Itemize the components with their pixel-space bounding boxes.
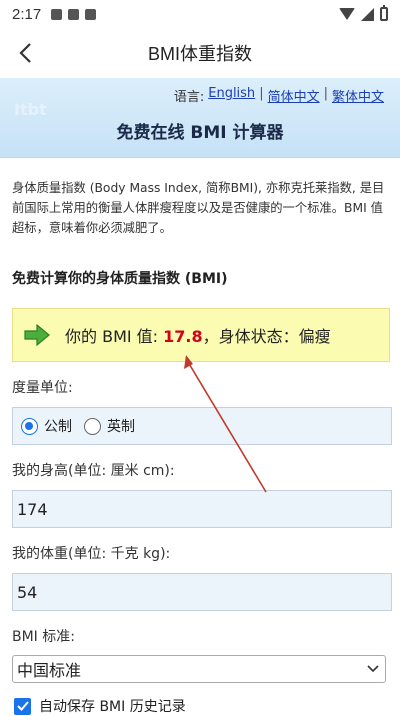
language-link-simplified[interactable]: 简体中文: [268, 86, 320, 105]
app-header: BMI体重指数: [0, 28, 400, 78]
imperial-radio[interactable]: [84, 417, 101, 435]
status-bar: 2:17: [0, 0, 400, 28]
standard-select[interactable]: 中国标准: [12, 655, 386, 683]
unit-radio-group: 公制 英制: [12, 407, 392, 445]
chevron-down-icon: [367, 665, 379, 673]
metric-label: 公制: [44, 419, 72, 435]
battery-icon: [380, 5, 388, 21]
height-input[interactable]: 174: [12, 490, 392, 528]
standard-selected-value: 中国标准: [17, 661, 82, 680]
metric-radio[interactable]: [21, 417, 38, 435]
language-link-english[interactable]: English: [208, 86, 255, 105]
language-link-traditional[interactable]: 繁体中文: [332, 86, 384, 105]
section-title: 免费计算你的身体质量指数 (BMI): [12, 271, 228, 287]
site-banner: Itbt 语言: English | 简体中文 | 繁体中文 免费在线 BMI …: [0, 78, 400, 158]
bmi-result-prefix: 你的 BMI 值:: [65, 327, 164, 346]
intro-paragraph: 身体质量指数 (Body Mass Index, 简称BMI), 亦称克托莱指数…: [12, 181, 385, 235]
save-history-checkbox[interactable]: [14, 697, 31, 715]
status-time: 2:17: [12, 5, 42, 23]
height-label: 我的身高(单位: 厘米 cm):: [12, 463, 175, 479]
bmi-result-box: 你的 BMI 值: 17.8，身体状态：偏瘦: [12, 308, 390, 362]
signal-icon: [361, 7, 374, 21]
unit-option-imperial[interactable]: 英制: [84, 416, 135, 436]
language-switcher: 语言: English | 简体中文 | 繁体中文: [174, 86, 384, 105]
bmi-value: 17.8: [163, 327, 203, 346]
imperial-label: 英制: [107, 419, 135, 435]
banner-title: 免费在线 BMI 计算器: [116, 123, 284, 143]
green-arrow-icon: [24, 324, 50, 346]
language-separator: |: [259, 86, 264, 101]
bmi-result-text: 你的 BMI 值: 17.8，身体状态：偏瘦: [65, 323, 331, 347]
weight-input[interactable]: 54: [12, 573, 392, 611]
image-notification-icon: [51, 8, 63, 20]
square-notification-icon: [85, 8, 97, 20]
unit-option-metric[interactable]: 公制: [21, 416, 72, 436]
unit-label: 度量单位:: [12, 380, 73, 396]
back-arrow-icon: [19, 43, 31, 63]
save-history-label: 自动保存 BMI 历史记录: [39, 699, 186, 715]
language-label: 语言:: [173, 90, 205, 105]
save-history-row[interactable]: 自动保存 BMI 历史记录: [14, 696, 186, 716]
a-notification-icon: [68, 8, 80, 20]
bmi-status: ，身体状态：偏瘦: [202, 327, 331, 346]
app-title: BMI体重指数: [147, 44, 252, 64]
wifi-icon: [339, 8, 355, 20]
back-button[interactable]: [8, 36, 42, 70]
weight-label: 我的体重(单位: 千克 kg):: [12, 546, 171, 562]
language-separator: |: [323, 86, 328, 101]
standard-label: BMI 标准:: [12, 629, 75, 645]
